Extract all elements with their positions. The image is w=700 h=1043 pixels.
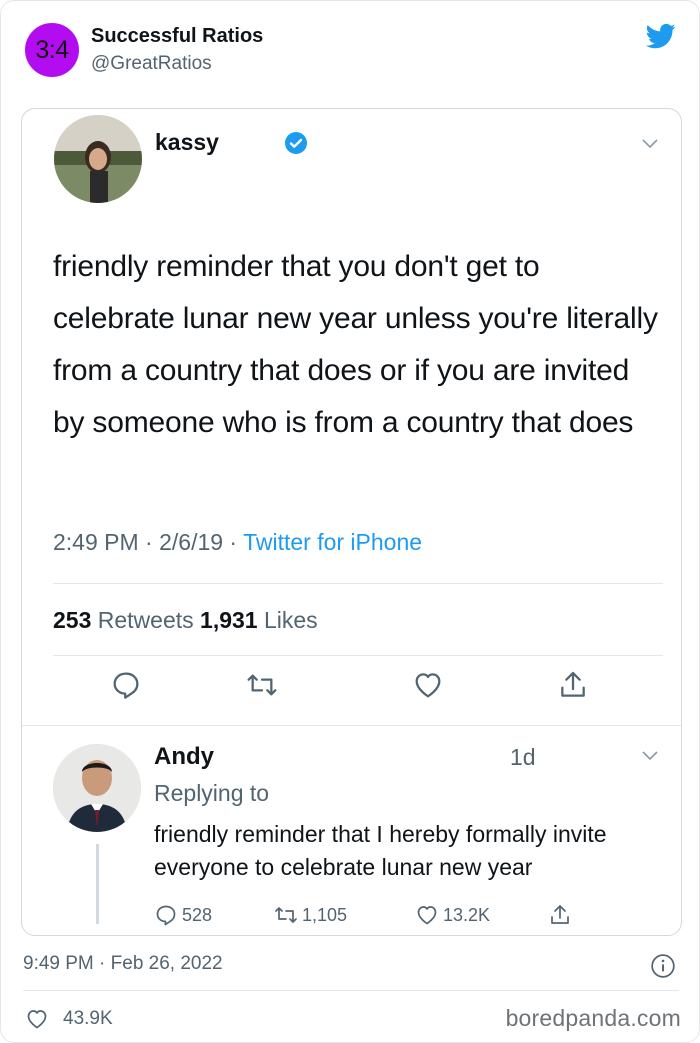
tweet-timestamp[interactable]: 9:49 PM · Feb 26, 2022 (23, 953, 223, 975)
tweet-time[interactable]: 2:49 PM · 2/6/19 · (53, 529, 243, 555)
reply-icon (156, 905, 176, 926)
likes-count[interactable]: 1,931 (200, 607, 258, 633)
reply-icon[interactable] (110, 669, 142, 701)
likes-label[interactable]: Likes (264, 607, 318, 633)
retweets-count[interactable]: 253 (53, 607, 91, 633)
reply-share-button[interactable] (548, 903, 576, 927)
divider (53, 655, 663, 656)
share-icon (551, 905, 569, 924)
like-button[interactable]: 43.9K (25, 1007, 113, 1031)
heart-icon (27, 1010, 47, 1029)
divider (53, 583, 663, 584)
replying-to: Replying to (154, 780, 270, 806)
reply-reply-button[interactable]: 528 (154, 903, 212, 927)
engagement-counts: 253 Retweets 1,931 Likes (53, 607, 318, 634)
tweet-text: friendly reminder that you don't get to … (53, 250, 658, 439)
reply-like-button[interactable]: 13.2K (415, 903, 490, 927)
like-count: 13.2K (443, 904, 491, 925)
tweet-client[interactable]: Twitter for iPhone (243, 529, 422, 555)
retweet-icon (275, 907, 297, 923)
divider (22, 725, 681, 726)
author-name[interactable]: Successful Ratios (91, 25, 263, 48)
avatar-photo (53, 744, 141, 832)
author-handle[interactable]: @GreatRatios (91, 53, 212, 75)
author-name[interactable]: kassy (155, 129, 219, 156)
avatar[interactable] (53, 744, 141, 832)
avatar-text: 3:4 (35, 35, 69, 64)
avatar[interactable]: 3:4 (25, 23, 79, 77)
reply-count: 528 (182, 904, 213, 925)
reply-text: friendly reminder that I hereby formally… (154, 821, 607, 880)
chevron-down-icon[interactable] (642, 751, 658, 761)
reply-author-name[interactable]: Andy (154, 743, 214, 771)
divider (23, 990, 679, 991)
retweet-count: 1,105 (302, 904, 348, 925)
twitter-bird-icon[interactable] (645, 21, 677, 51)
share-icon[interactable] (557, 669, 589, 701)
info-icon[interactable] (650, 953, 676, 979)
avatar-photo (54, 115, 142, 203)
tweet-frame: 3:4 Successful Ratios @GreatRatios kassy (0, 0, 700, 1043)
thread-line (96, 844, 99, 924)
reply-retweet-button[interactable]: 1,105 (274, 903, 347, 927)
chevron-down-icon[interactable] (642, 139, 658, 149)
reply-time[interactable]: 1d (510, 744, 536, 771)
watermark: boredpanda.com (505, 1005, 681, 1031)
quoted-tweet[interactable]: kassy friendly reminder that you don't g… (21, 108, 682, 936)
avatar[interactable] (54, 115, 142, 203)
retweets-label[interactable]: Retweets (98, 607, 194, 633)
like-count: 43.9K (63, 1008, 113, 1029)
heart-icon (417, 906, 437, 925)
tweet-meta: 2:49 PM · 2/6/19 · Twitter for iPhone (53, 529, 422, 556)
verified-badge-icon (285, 132, 307, 154)
retweet-icon[interactable] (246, 669, 278, 701)
heart-icon[interactable] (412, 669, 444, 701)
tweet-header: 3:4 Successful Ratios @GreatRatios (25, 21, 677, 77)
